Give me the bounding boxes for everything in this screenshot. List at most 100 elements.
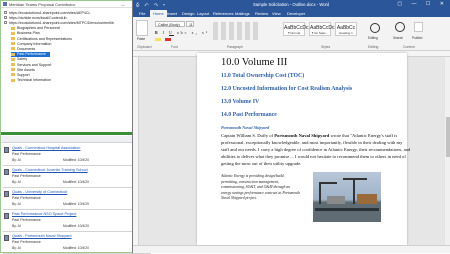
tree-item-label: Services and Support xyxy=(17,62,52,67)
font-color-row[interactable] xyxy=(155,37,195,41)
result-title[interactable]: Quals - University of Connecticut xyxy=(12,190,67,194)
site-icon xyxy=(4,16,7,20)
document-icon xyxy=(4,147,9,153)
word-window: ⎙ ↶ ↷ ▾ Sample Solicitation - Outline.do… xyxy=(132,0,450,253)
group-editing: Editing xyxy=(368,45,379,49)
tab-developer[interactable]: Developer xyxy=(284,10,308,17)
heading-past-performance[interactable]: 14.0 Past Performance xyxy=(221,112,277,118)
result-modified: Modified: 10/4/20 xyxy=(63,158,90,162)
publish-icon[interactable] xyxy=(414,22,423,32)
tree-item-label: Safety xyxy=(17,57,28,62)
tree-item[interactable]: Technical Information xyxy=(11,78,51,83)
vertical-ruler xyxy=(133,57,139,245)
tree-item-label: https://ecosolutions1.sharepoint.com/sit… xyxy=(9,10,91,15)
result-category: Past Performance xyxy=(12,196,41,200)
shipyard-photo[interactable] xyxy=(313,172,381,222)
style-swatch[interactable]: AaBbCcDc ¶ Normal xyxy=(283,22,308,36)
document-page[interactable]: 10.0 Volume III 11.0 Total Ownership Cos… xyxy=(197,53,410,245)
result-author: By: Al xyxy=(12,202,21,206)
word-window-controls[interactable]: ▢ — ☐ ✕ xyxy=(397,1,448,7)
style-swatch[interactable]: AaBbCcDc ¶ No Spac... xyxy=(309,22,334,36)
tree-item-label: Business Plan xyxy=(17,31,40,36)
tree-item-label: Site Assets xyxy=(17,67,35,72)
search-icon[interactable] xyxy=(395,22,405,32)
heading-volume-3[interactable]: 10.0 Volume III xyxy=(221,57,287,68)
editing-icon[interactable] xyxy=(370,23,380,33)
tree-item-label: Documents xyxy=(17,46,36,51)
heading-volume-4[interactable]: 13.0 Volume IV xyxy=(221,99,259,105)
group-content: Content xyxy=(403,45,415,49)
result-card[interactable]: Quals - Connecticut Juvenile Training Sc… xyxy=(3,166,151,188)
folder-icon xyxy=(11,78,15,82)
result-author: By: Al xyxy=(12,180,21,184)
result-card[interactable]: Quals - Portsmouth Naval Shipyard Past Pe… xyxy=(3,232,151,254)
document-icon xyxy=(4,191,9,197)
tree-item-label: Biographies and Personnel xyxy=(17,26,61,31)
editing-label: Editing xyxy=(368,36,378,40)
tab-insert[interactable]: Insert xyxy=(164,10,180,17)
folder-icon xyxy=(11,31,15,35)
result-category: Past Performance xyxy=(12,240,41,244)
tab-file[interactable]: File xyxy=(136,10,148,17)
panel-title: Meridian Teams Proposal Contributor xyxy=(9,1,75,7)
font-size-box[interactable]: 11 xyxy=(186,21,194,27)
result-title[interactable]: Quals - Connecticut Juvenile Training Sc… xyxy=(12,168,88,172)
search-label: Search xyxy=(393,36,404,40)
heading-uncosted[interactable]: 12.0 Uncosted Information for Cost Reali… xyxy=(221,86,352,92)
result-card[interactable]: Quals - Connecticut Hospital Association… xyxy=(3,144,151,166)
heading-portsmouth[interactable]: Portsmouth Naval Shipyard xyxy=(221,125,269,130)
folder-icon xyxy=(11,37,15,40)
result-modified: Modified: 10/4/20 xyxy=(63,224,90,228)
folder-icon xyxy=(11,73,15,77)
tree-item-label: https://dc/slde.ecos/local/ContentLib xyxy=(9,15,67,20)
results-header xyxy=(2,136,150,143)
group-font: Font xyxy=(171,45,178,49)
font-name-box[interactable]: Calibri (Body) xyxy=(155,21,185,27)
font-format-buttons[interactable]: B I U abc x₂ x² xyxy=(155,30,209,35)
result-modified: Modified: 10/4/20 xyxy=(63,180,90,184)
tree-item-label: Past Performance xyxy=(17,52,46,57)
folder-icon xyxy=(11,26,15,30)
sidebar-quote[interactable]: Atlantic Energy is providing design/buil… xyxy=(221,174,301,202)
ribbon: Paste Clipboard Calibri (Body) 11 B I U … xyxy=(133,17,450,51)
result-author: By: Al xyxy=(12,158,21,162)
heading-toc[interactable]: 11.0 Total Ownership Cost (TOC) xyxy=(221,73,304,79)
result-card[interactable]: Past Performance NSO Space Project Past P… xyxy=(3,210,151,232)
folder-icon xyxy=(11,42,15,46)
result-title[interactable]: Quals - Connecticut Hospital Association xyxy=(12,146,80,150)
result-category: Past Performance xyxy=(12,152,41,156)
paste-button[interactable] xyxy=(136,20,148,36)
site-icon xyxy=(4,21,7,25)
tab-mailings[interactable]: Mailings xyxy=(232,10,253,17)
result-title[interactable]: Past Performance NSO Space Project xyxy=(12,212,76,216)
paste-label: Paste xyxy=(137,37,146,41)
result-category: Past Performance xyxy=(12,218,41,222)
tab-view[interactable]: View xyxy=(269,10,284,17)
folder-icon xyxy=(11,52,15,56)
result-card[interactable]: Quals - University of Connecticut Past Pe… xyxy=(3,188,151,210)
tree-item-label: Certifications and Representations xyxy=(17,36,72,41)
quick-access-toolbar[interactable]: ⎙ ↶ ↷ ▾ xyxy=(136,2,167,7)
panel-splitter[interactable] xyxy=(1,132,151,135)
word-title: Sample Solicitation - Outline.docx - Wor… xyxy=(253,2,330,7)
ribbon-tabs: File Home Insert Design Layout References Mail… xyxy=(133,9,450,17)
folder-icon xyxy=(11,47,15,51)
result-modified: Modified: 10/4/20 xyxy=(63,202,90,206)
tree-item-label: Company Information xyxy=(17,41,52,46)
folder-icon xyxy=(11,57,15,61)
style-swatch[interactable]: AaBbCc Heading 1 xyxy=(335,22,357,36)
folder-icon xyxy=(11,63,15,66)
body-paragraph[interactable]: Captain William S. Duffy of Portsmouth N… xyxy=(221,132,411,167)
result-title[interactable]: Quals - Portsmouth Naval Shipyard xyxy=(12,234,72,238)
tree-item-label: Technical Information xyxy=(17,78,51,83)
result-author: By: Al xyxy=(12,246,21,250)
tree-item-label: Support xyxy=(17,72,30,77)
document-scrollbar[interactable] xyxy=(445,57,450,245)
result-category: Past Performance xyxy=(12,174,41,178)
status-bar xyxy=(133,245,450,253)
panel-titlebar: Meridian Teams Proposal Contributor — ☐ … xyxy=(1,1,151,8)
group-paragraph: Paragraph xyxy=(227,45,243,49)
publish-label: Publish xyxy=(412,36,423,40)
paragraph-buttons[interactable] xyxy=(213,22,258,40)
app-logo-icon xyxy=(3,2,7,6)
